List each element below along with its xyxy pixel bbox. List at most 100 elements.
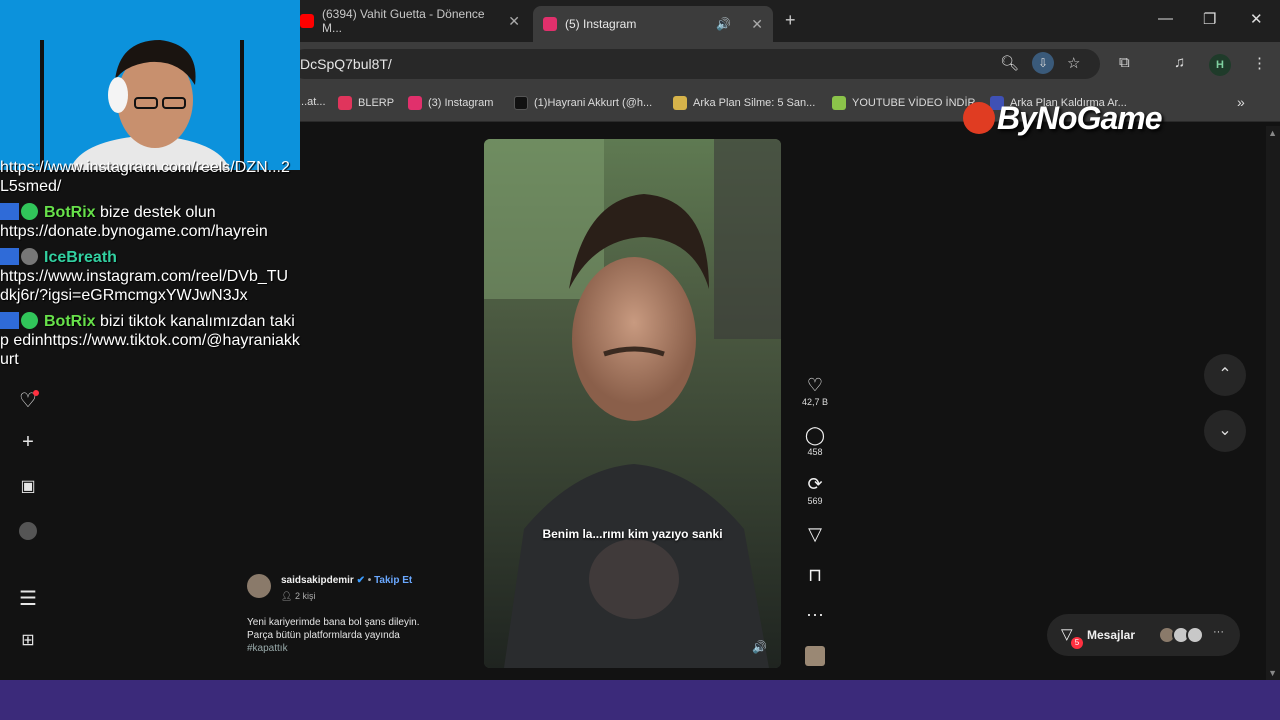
profile-avatar[interactable]: H [1209,54,1231,76]
menu-icon[interactable]: ⋮ [1252,54,1267,72]
previous-reel-button[interactable]: ⌃ [1204,354,1246,396]
comment-button[interactable]: ◯ 458 [800,425,830,457]
bookmark-item[interactable]: ...at... [298,96,326,108]
minimize-icon[interactable]: — [1158,10,1173,27]
new-tab-button[interactable]: + [785,10,796,31]
messages-button[interactable]: ▽ 5 Mesajlar ··· [1047,614,1240,656]
author-username[interactable]: saidsakipdemir [281,575,354,586]
comment-count: 458 [807,447,823,457]
bookmark-label: BLERP [358,97,395,109]
scroll-down-icon[interactable]: ▼ [1268,668,1277,678]
share-button[interactable]: ▽ [800,524,830,544]
tab-title: (5) Instagram [565,17,637,31]
chat-text: https://www.instagram.com/reels/DZN...2L… [0,159,290,195]
separator-dot: • [367,575,372,586]
chat-username: BotRix [44,204,96,221]
more-options-button[interactable]: ··· [800,604,830,624]
next-reel-button[interactable]: ⌄ [1204,410,1246,452]
followers-label: 2 kişi [294,591,316,601]
repost-button[interactable]: ⟳ 569 [800,474,830,506]
bookmark-star-icon[interactable]: ☆ [1067,54,1080,72]
instagram-icon [408,96,422,110]
person-icon: 👤︎ [281,591,293,601]
tab-youtube[interactable]: (6394) Vahit Guetta - Dönence M... ✕ [300,7,520,35]
author-line: saidsakipdemir ✔ • Takip Et [281,575,412,586]
close-icon[interactable]: ✕ [751,16,763,33]
hashtag-link[interactable]: #kapattık [247,642,477,655]
more-menu-icon[interactable]: ☰ [16,586,40,611]
bookmark-icon: ⊓ [807,565,823,585]
like-button[interactable]: ♡ 42,7 B [800,375,830,407]
chevron-up-icon: ⌃ [1218,366,1232,383]
volume-icon[interactable]: 🔊 [752,640,767,654]
blerp-icon [338,96,352,110]
speaker-icon[interactable]: 🔊 [716,17,731,31]
restore-icon[interactable]: ❐ [1203,10,1216,28]
chat-message: BotRix bize destek olun https://donate.b… [0,203,300,241]
image-icon [673,96,687,110]
install-app-icon[interactable]: ⇩ [1032,52,1054,74]
youtube-icon [300,14,314,28]
moderator-badge-icon [0,248,19,265]
verified-bot-badge-icon [21,312,38,329]
bookmark-label: (1)Hayrani Akkurt (@h... [534,97,653,109]
bynogame-logo-icon [963,102,995,134]
description-line-1: Yeni kariyerimde bana bol şans dileyin. [247,617,420,628]
bookmark-item[interactable]: YOUTUBE VİDEO İNDİR [832,96,975,110]
more-dots-icon: ··· [1213,626,1224,638]
download-icon [832,96,846,110]
chat-message: BotRix bizi tiktok kanalımızdan takip ed… [0,312,300,369]
user-badge-icon [21,248,38,265]
bookmark-item[interactable]: Arka Plan Silme: 5 San... [673,96,815,110]
desktop-background-strip [0,680,1280,720]
like-count: 42,7 B [801,397,829,407]
repost-count: 569 [807,496,823,506]
profile-avatar-nav[interactable] [19,522,37,540]
chat-text: https://www.instagram.com/reel/DVb_TUdkj… [0,268,289,304]
tiktok-icon [514,96,528,110]
reel-description: Yeni kariyerimde bana bol şans dileyin. … [247,616,477,655]
close-icon[interactable]: ✕ [508,13,520,30]
scrollbar[interactable] [1266,126,1280,680]
dashboard-icon[interactable]: ▣ [16,476,40,496]
reel-video[interactable]: Benim la...rımı kim yazıyo sanki 🔊 [484,139,781,668]
verified-badge-icon: ✔ [356,575,365,586]
bookmark-label: ...at... [298,96,326,108]
create-plus-icon[interactable]: + [16,431,40,454]
scroll-up-icon[interactable]: ▲ [1268,128,1277,138]
instagram-icon [543,17,557,31]
bookmark-item[interactable]: (3) Instagram [408,96,493,110]
tab-instagram[interactable]: (5) Instagram 🔊 ✕ [533,6,773,42]
chat-message: IceBreath https://www.instagram.com/reel… [0,248,300,305]
also-from-meta-icon[interactable]: ⊞ [16,630,40,650]
close-window-icon[interactable]: ✕ [1250,10,1263,28]
verified-bot-badge-icon [21,203,38,220]
more-bookmarks-icon[interactable]: » [1237,94,1245,110]
zoom-icon[interactable]: 🔍︎ [1000,54,1019,72]
reel-frame-image [484,139,781,668]
avatar [1186,626,1204,644]
description-line-2: Parça bütün platformlarda yayında [247,630,400,641]
messages-label: Mesajlar [1087,628,1136,642]
moderator-badge-icon [0,312,19,329]
bookmark-item[interactable]: BLERP [338,96,394,110]
tab-title: (6394) Vahit Guetta - Dönence M... [322,7,485,35]
media-control-icon[interactable]: ♫ [1174,54,1185,71]
bookmark-item[interactable]: (1)Hayrani Akkurt (@h... [514,96,652,110]
bookmark-label: Arka Plan Silme: 5 San... [693,97,816,109]
address-bar[interactable]: DcSpQ7bul8T/ [290,49,1100,79]
audio-thumbnail[interactable] [805,646,825,666]
notification-dot [33,390,39,396]
moderator-badge-icon [0,203,19,220]
extensions-icon[interactable]: ⧉ [1119,54,1130,71]
stream-chat-overlay: https://www.instagram.com/reels/DZN...2L… [0,158,300,376]
watermark-text: ByNoGame [997,100,1162,136]
follow-button[interactable]: Takip Et [374,575,412,586]
more-dots-icon: ··· [806,604,824,624]
chat-message: https://www.instagram.com/reels/DZN...2L… [0,158,300,196]
bynogame-watermark: ByNoGame [963,100,1162,137]
author-avatar[interactable] [247,574,271,598]
message-avatars [1158,626,1204,644]
save-button[interactable]: ⊓ [800,565,830,585]
webcam-image [0,0,300,170]
